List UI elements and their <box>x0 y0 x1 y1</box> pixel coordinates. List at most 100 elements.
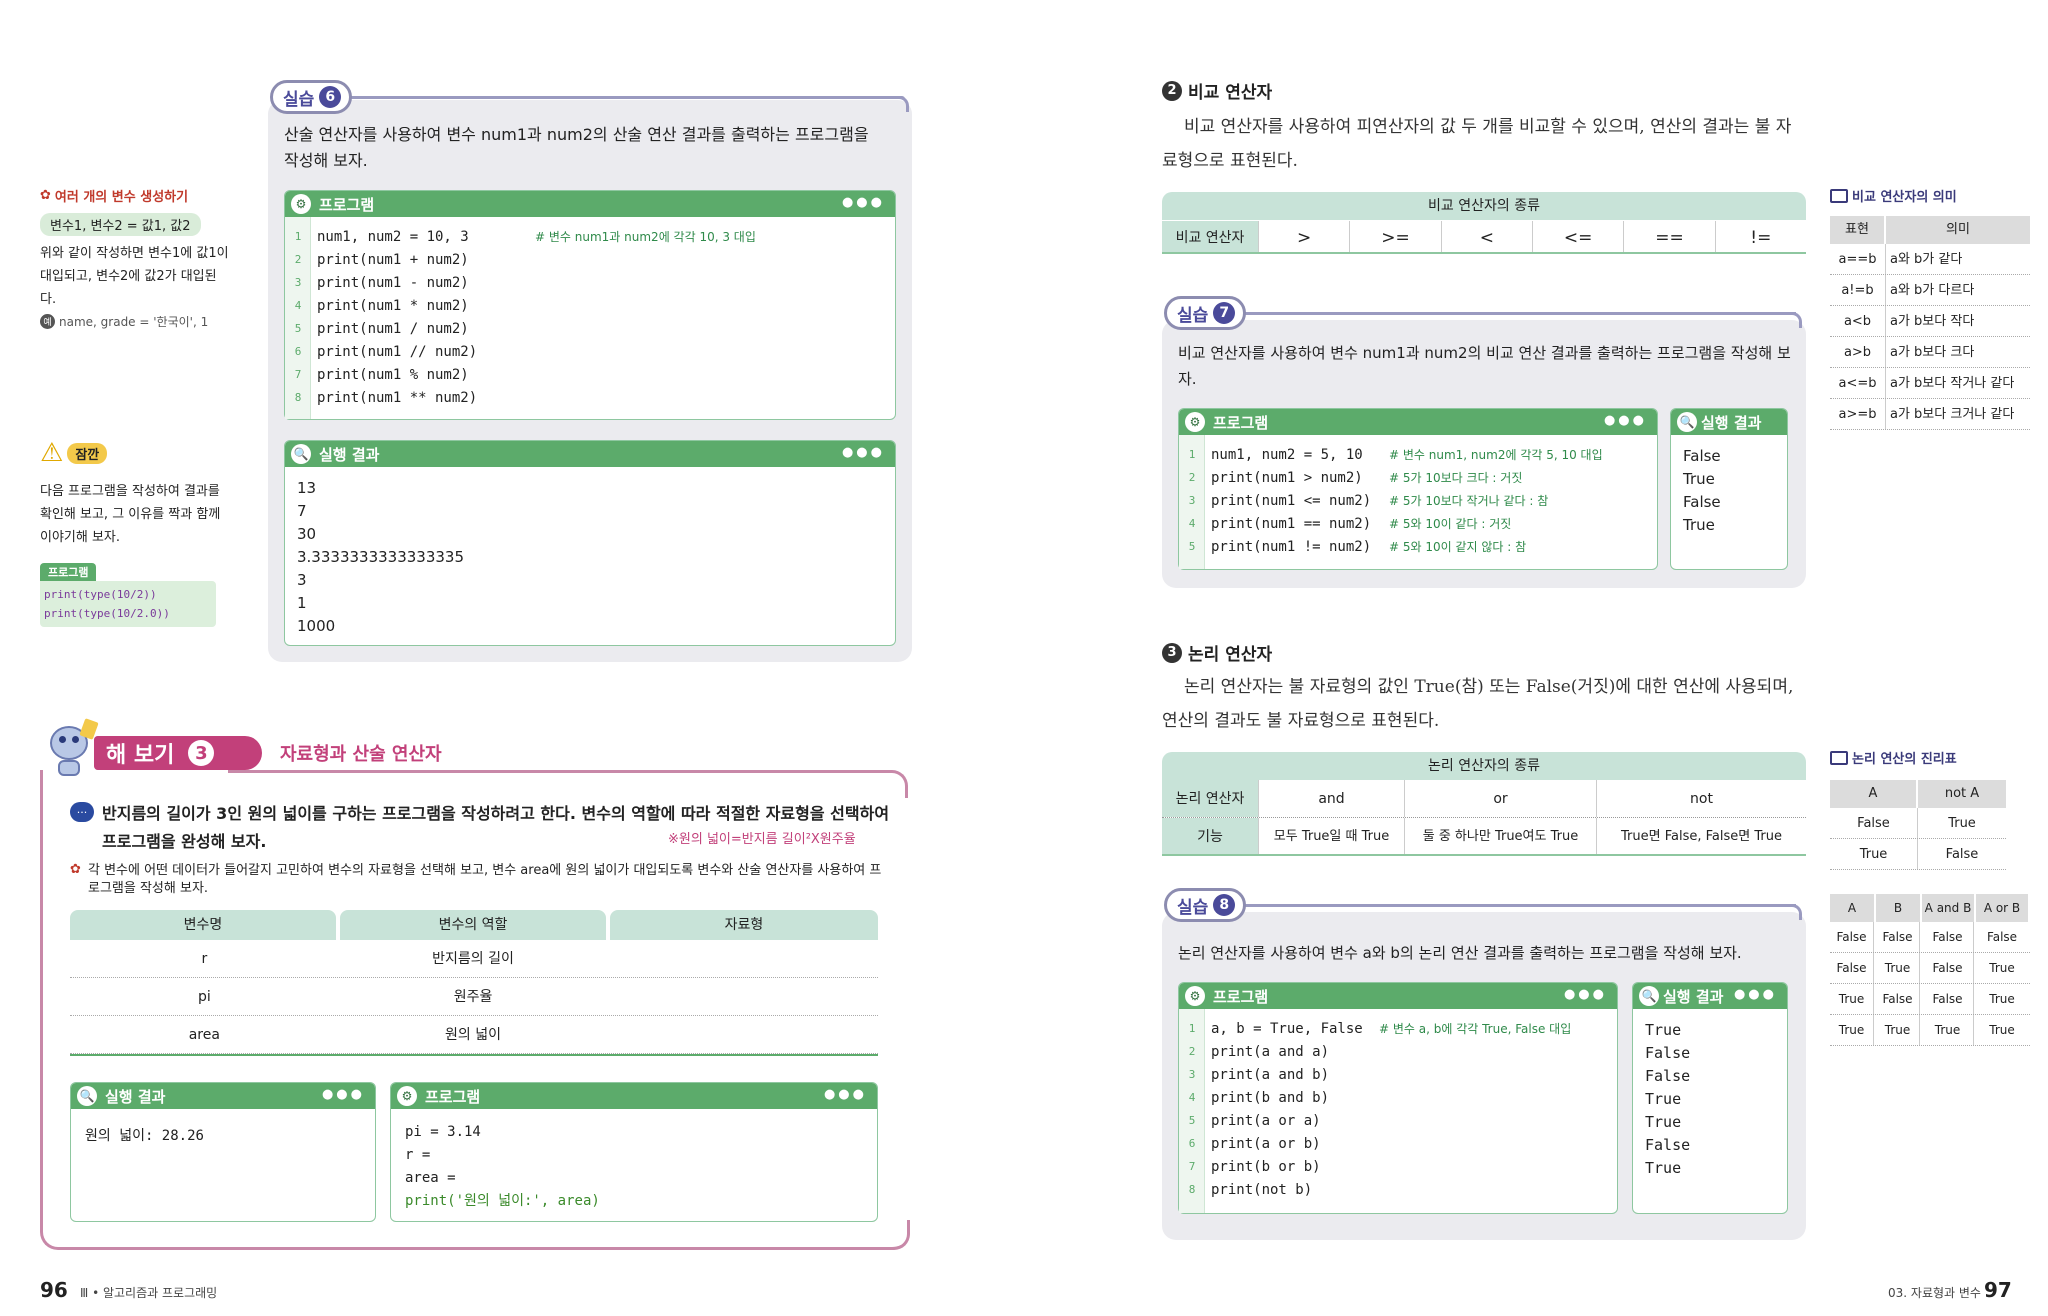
practice-6-tag: 실습 6 <box>270 80 353 114</box>
table-cell[interactable] <box>607 940 878 977</box>
line-number: 5 <box>294 322 302 335</box>
result-line: 30 <box>297 525 317 543</box>
practice-7-program-card: ⚙ 프로그램 ●●● 1 num1, num2 = 5, 10 # 변수 num1, n… <box>1178 408 1658 570</box>
comparison-paragraph: 비교 연산자를 사용하여 피연산자의 값 두 개를 비교할 수 있으며, 연산의… <box>1162 117 1792 171</box>
code-comment: # 5가 10보다 크다 : 거짓 <box>1389 471 1523 485</box>
line-number: 6 <box>1188 1137 1196 1150</box>
logical-row1-label: 논리 연산자 <box>1162 780 1258 817</box>
line-number: 4 <box>294 299 302 312</box>
code-line: 2 print(num1 > num2) # 5가 10보다 크다 : 거짓 <box>1179 466 1657 489</box>
magnifier-icon: 🔍 <box>1677 412 1697 432</box>
code-line: 1 num1, num2 = 5, 10 # 변수 num1, num2에 각각 5… <box>1179 443 1657 466</box>
result-line: True <box>1645 1090 1682 1108</box>
tryit-code-line: r = <box>405 1147 431 1163</box>
example-badge: 예 <box>40 314 55 329</box>
comparison-operator: > <box>1258 221 1349 252</box>
logical-table: 논리 연산자의 종류 논리 연산자 and or not 기능 모두 True일… <box>1162 752 1806 856</box>
right-footer: 03. 자료형과 변수 <box>1888 1286 1981 1300</box>
comparison-operator: < <box>1440 221 1532 252</box>
side-meaning: a가 b보다 크다 <box>1890 345 1975 360</box>
code-line: 5 print(a or a) <box>1179 1109 1617 1132</box>
line-number: 5 <box>1188 1114 1196 1127</box>
practice-6-number: 6 <box>319 86 342 108</box>
table-header-name: 변수명 <box>70 910 336 940</box>
result-label: 실행 결과 <box>1701 413 1762 432</box>
comparison-operator: <= <box>1531 221 1623 252</box>
code-line: 8 print(num1 ** num2) <box>285 386 895 409</box>
wait-program: 프로그램 print(type(10/2)) print(type(10/2.0… <box>40 561 216 627</box>
truth-cell: True <box>1989 961 2015 975</box>
code-text: print(num1 == num2) <box>1211 515 1372 532</box>
tryit-right-line <box>905 770 908 800</box>
comparison-operator: >= <box>1349 221 1440 252</box>
code-line: 4 print(num1 == num2) # 5와 10이 같다 : 거짓 <box>1179 512 1657 535</box>
code-text: print(num1 ** num2) <box>317 389 478 406</box>
line-number: 2 <box>1188 1045 1196 1058</box>
tip-example: name, grade = '한국이', 1 <box>59 315 209 329</box>
code-comment: # 변수 num1과 num2에 각각 10, 3 대입 <box>535 230 756 244</box>
result-line: 1 <box>297 594 307 612</box>
code-comment: # 5와 10이 같지 않다 : 참 <box>1389 540 1527 554</box>
code-comment: # 5와 10이 같다 : 거짓 <box>1389 517 1512 531</box>
result-line: False <box>1645 1067 1691 1085</box>
line-number: 4 <box>1188 517 1196 530</box>
table-row: True False <box>1830 839 2006 870</box>
table-row: r 반지름의 길이 <box>70 940 878 978</box>
side-meaning: a와 b가 같다 <box>1890 252 1963 267</box>
truth-cell: False <box>1876 984 1920 1014</box>
tryit-code-line: area = <box>405 1170 456 1186</box>
truth-header: B <box>1876 894 1920 922</box>
table-cell: 반지름의 길이 <box>432 951 514 967</box>
truth-header: A or B <box>1976 894 2028 922</box>
sidebar-wait: ⚠ 잠깐 다음 프로그램을 작성하여 결과를 확인해 보고, 그 이유를 짝과 … <box>40 440 230 627</box>
practice-8-corner <box>1790 904 1802 920</box>
truth-cell: False <box>1830 953 1874 983</box>
truth-cell: False <box>1876 922 1920 952</box>
result-line: 13 <box>297 479 317 497</box>
practice-7-topline <box>1230 312 1796 315</box>
code-line: 4 print(b and b) <box>1179 1086 1617 1109</box>
practice-8-program-card: ⚙ 프로그램 ●●● 1 a, b = True, False # 변수 a, b에 각… <box>1178 982 1618 1214</box>
truth-cell: True <box>1876 953 1920 983</box>
comparison-heading: 2 비교 연산자 <box>1162 78 1272 103</box>
table-cell: 원의 넓이 <box>445 1027 501 1043</box>
line-number: 8 <box>1188 1183 1196 1196</box>
magnifier-icon: 🔍 <box>1639 986 1659 1006</box>
table-row: False True False True <box>1830 953 2030 984</box>
table-cell[interactable] <box>607 978 878 1015</box>
dots-icon: ●●● <box>1603 413 1647 428</box>
practice-8-number: 8 <box>1213 894 1236 916</box>
and-or-truth-table: ABA and BA or B False False False False Fals… <box>1830 894 2030 1046</box>
code-line: 3 print(a and b) <box>1179 1063 1617 1086</box>
sidebar-tip: ✿ 여러 개의 변수 생성하기 변수1, 변수2 = 값1, 값2 위와 같이 … <box>40 186 230 330</box>
practice-7-tag: 실습 7 <box>1164 296 1247 330</box>
tryit-title: 자료형과 산술 연산자 <box>280 744 442 765</box>
code-text: print(num1 % num2) <box>317 366 469 383</box>
line-number: 3 <box>294 276 302 289</box>
result-line: True <box>1683 516 1715 534</box>
section-number: 2 <box>1162 80 1182 101</box>
tryit-top-line <box>228 770 908 798</box>
table-header-type: 자료형 <box>610 910 878 940</box>
table-row: False True <box>1830 808 2006 839</box>
dots-icon: ●●● <box>321 1087 365 1102</box>
side-expr: a<=b <box>1830 368 1886 398</box>
tryit-instruction: ✿ 각 변수에 어떤 데이터가 들어갈지 고민하여 변수의 자료형을 선택해 보… <box>70 862 882 896</box>
comparison-row-label: 비교 연산자 <box>1162 221 1258 252</box>
side-header-expr: 표현 <box>1830 216 1884 244</box>
code-line: 5 print(num1 != num2) # 5와 10이 같지 않다 : 참 <box>1179 535 1657 558</box>
table-cell[interactable] <box>607 1016 878 1053</box>
table-row: a==b a와 b가 같다 <box>1830 244 2030 275</box>
truth-cell: False <box>1945 847 1979 862</box>
logical-op-not: not <box>1596 780 1806 817</box>
tip-title: ✿ 여러 개의 변수 생성하기 <box>40 188 189 205</box>
truth-cell: True <box>1948 816 1976 831</box>
warning-icon: ⚠ <box>40 438 64 468</box>
logical-func-or: 둘 중 하나만 True여도 True <box>1404 818 1596 854</box>
truth-cell: True <box>1922 1015 1974 1045</box>
tryit-note: ※원의 넓이=반지름 길이²X원주율 <box>668 832 856 847</box>
code-text: num1, num2 = 5, 10 <box>1211 446 1363 463</box>
line-number: 2 <box>294 253 302 266</box>
tryit-result-text: 원의 넓이: 28.26 <box>85 1128 204 1144</box>
logical-func-not: True면 False, False면 True <box>1596 818 1806 854</box>
